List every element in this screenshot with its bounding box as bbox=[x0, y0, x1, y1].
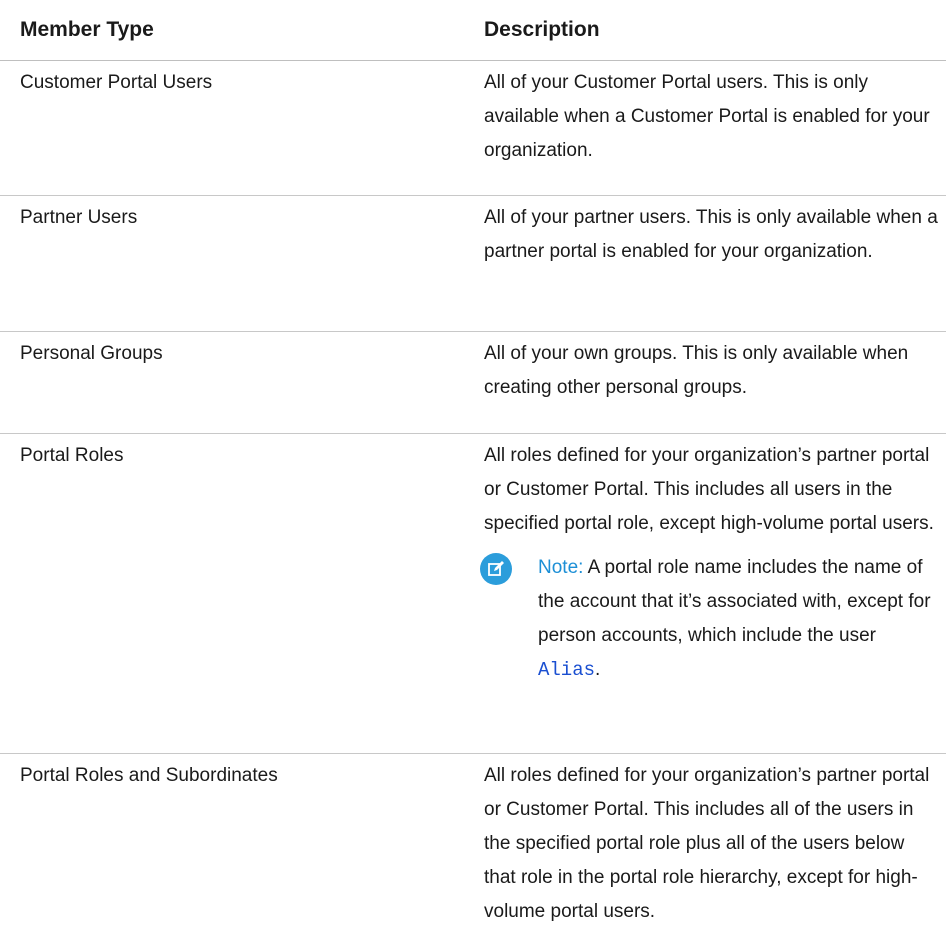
description-text: All roles defined for your organization’… bbox=[484, 445, 934, 534]
member-type-cell: Customer Portal Users bbox=[20, 72, 213, 93]
alias-code-link[interactable]: Alias bbox=[538, 659, 595, 681]
note-body: A portal role name includes the name of … bbox=[538, 557, 931, 646]
note-callout: Note: A portal role name includes the na… bbox=[480, 551, 938, 687]
member-type-table: Member Type Description Customer Portal … bbox=[0, 0, 946, 922]
member-type-cell: Portal Roles and Subordinates bbox=[20, 765, 278, 786]
header-description: Description bbox=[484, 18, 600, 41]
edit-note-icon bbox=[480, 553, 512, 585]
table-row: Customer Portal Users All of your Custom… bbox=[0, 61, 946, 196]
table-header-row: Member Type Description bbox=[0, 0, 946, 61]
table-row: Personal Groups All of your own groups. … bbox=[0, 332, 946, 434]
table-row: Portal Roles All roles defined for your … bbox=[0, 434, 946, 754]
description-cell: All of your own groups. This is only ava… bbox=[484, 343, 909, 398]
description-cell: All of your Customer Portal users. This … bbox=[484, 72, 930, 161]
note-trailing: . bbox=[595, 659, 601, 680]
description-cell: All of your partner users. This is only … bbox=[484, 207, 938, 262]
member-type-cell: Partner Users bbox=[20, 207, 138, 228]
table-row: Portal Roles and Subordinates All roles … bbox=[0, 754, 946, 922]
header-member-type: Member Type bbox=[20, 18, 154, 41]
note-text: Note: A portal role name includes the na… bbox=[538, 551, 938, 687]
member-type-cell: Personal Groups bbox=[20, 343, 163, 364]
description-cell: All roles defined for your organization’… bbox=[484, 765, 930, 922]
table-row: Partner Users All of your partner users.… bbox=[0, 196, 946, 332]
member-type-cell: Portal Roles bbox=[20, 445, 124, 466]
note-label: Note: bbox=[538, 557, 584, 578]
description-cell: All roles defined for your organization’… bbox=[480, 434, 946, 753]
